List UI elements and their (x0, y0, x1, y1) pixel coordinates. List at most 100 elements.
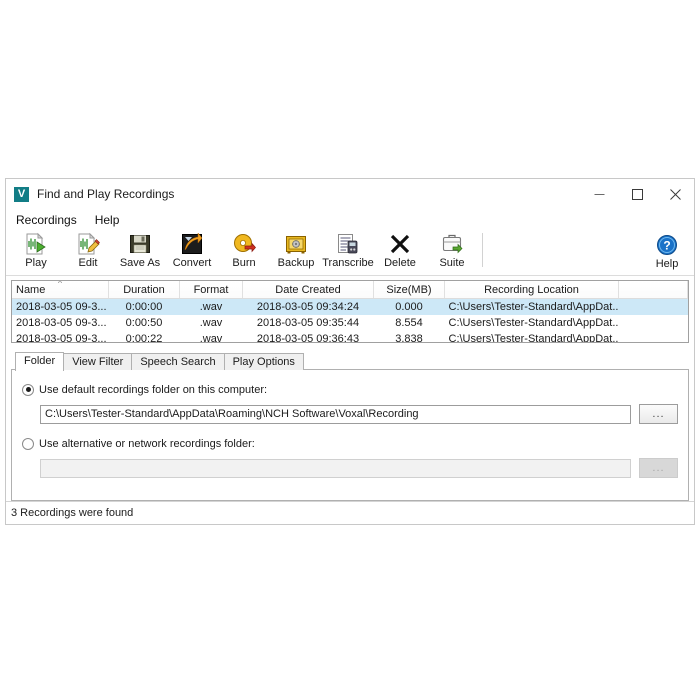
column-header-date-created[interactable]: Date Created (242, 281, 374, 299)
cell-location: C:\Users\Tester-Standard\AppDat... (444, 298, 619, 315)
cell-date-created: 2018-03-05 09:36:43 (256, 333, 360, 343)
minimize-icon[interactable] (580, 179, 618, 209)
status-text: 3 Recordings were found (11, 507, 134, 519)
cell-duration: 0:00:22 (125, 333, 163, 343)
cell-name: 2018-03-05 09-3... (16, 317, 107, 329)
toolbar-button-burn[interactable]: Burn (218, 230, 270, 273)
cell-format: .wav (199, 333, 223, 343)
column-header-name-label: Name (16, 283, 46, 296)
cell-format: .wav (199, 317, 223, 329)
toolbar-label-burn: Burn (232, 257, 256, 269)
table-row[interactable]: 2018-03-05 09-3... 0:00:22 .wav 2018-03-… (12, 331, 688, 343)
status-bar: 3 Recordings were found (6, 501, 694, 524)
recordings-listview[interactable]: ^ Name Duration Format Date Created Size… (11, 280, 689, 343)
toolbar-separator (482, 233, 483, 267)
toolbar-button-edit[interactable]: Edit (62, 230, 114, 273)
tab-strip: Folder View Filter Speech Search Play Op… (11, 351, 689, 371)
column-header-size[interactable]: Size(MB) (373, 281, 445, 299)
tab-speech-search[interactable]: Speech Search (131, 353, 225, 370)
radio-alternative-folder[interactable] (22, 437, 34, 450)
floppy-disk-icon (130, 235, 150, 253)
cell-name: 2018-03-05 09-3... (16, 333, 107, 343)
toolbar-label-suite: Suite (439, 257, 465, 269)
menu-item-recordings[interactable]: Recordings (14, 213, 86, 227)
tab-folder[interactable]: Folder (15, 352, 65, 371)
alternative-folder-field-row: ... (40, 458, 678, 478)
table-row[interactable]: 2018-03-05 09-3... 0:00:00 .wav 2018-03-… (12, 298, 688, 315)
alternative-folder-option-row[interactable]: Use alternative or network recordings fo… (22, 436, 678, 451)
column-header-recording-location[interactable]: Recording Location (444, 281, 619, 299)
column-header-filler (618, 281, 688, 299)
cell-filler (618, 298, 688, 315)
column-header-name[interactable]: ^ Name (12, 281, 109, 299)
window-controls (580, 179, 694, 209)
toolbar-label-delete: Delete (384, 257, 416, 269)
radio-default-folder-label: Use default recordings folder on this co… (39, 383, 268, 396)
svg-text:?: ? (663, 239, 670, 253)
cell-location: C:\Users\Tester-Standard\AppDat... (448, 333, 619, 343)
recordings-table: ^ Name Duration Format Date Created Size… (12, 281, 688, 343)
play-waveform-icon (26, 232, 46, 255)
default-folder-path-input[interactable]: C:\Users\Tester-Standard\AppData\Roaming… (40, 404, 631, 424)
cell-filler (619, 331, 688, 342)
edit-waveform-icon (78, 232, 100, 255)
cell-date-created: 2018-03-05 09:35:44 (256, 317, 360, 329)
menu-item-help[interactable]: Help (93, 213, 129, 227)
maximize-icon[interactable] (618, 179, 656, 209)
cell-format: .wav (179, 298, 243, 315)
help-question-icon: ? (657, 235, 677, 255)
toolbar-button-help[interactable]: ? Help (644, 230, 690, 273)
toolbar-label-save-as: Save As (119, 257, 161, 269)
column-header-duration[interactable]: Duration (108, 281, 180, 299)
default-folder-field-row: C:\Users\Tester-Standard\AppData\Roaming… (40, 404, 678, 424)
toolbar-button-backup[interactable]: Backup (270, 230, 322, 273)
alternative-folder-path-input (40, 458, 631, 478)
radio-default-folder[interactable] (22, 383, 34, 396)
close-icon[interactable] (656, 179, 694, 209)
toolbar-label-backup: Backup (277, 257, 315, 269)
default-folder-option-row[interactable]: Use default recordings folder on this co… (22, 382, 678, 397)
cell-filler (619, 315, 688, 331)
toolbar-label-edit: Edit (78, 257, 98, 269)
toolbar-button-delete[interactable]: Delete (374, 230, 426, 273)
delete-x-icon (390, 234, 410, 254)
cell-date-created: 2018-03-05 09:34:24 (242, 298, 374, 315)
folder-tab-panel: Use default recordings folder on this co… (11, 369, 689, 501)
toolbar-button-suite[interactable]: Suite (426, 230, 478, 273)
cell-size: 3.838 (395, 333, 423, 343)
toolbar-label-play: Play (25, 257, 47, 269)
voxal-v-icon: V (14, 186, 29, 202)
toolbar-button-transcribe[interactable]: Transcribe (322, 230, 374, 273)
toolbar-label-convert: Convert (172, 257, 212, 269)
cell-name: 2018-03-05 09-3... (12, 298, 109, 315)
convert-arrow-icon (182, 232, 203, 254)
toolbar-button-convert[interactable]: Convert (166, 230, 218, 273)
toolbar-label-help: Help (655, 258, 679, 270)
cell-size: 8.554 (395, 317, 423, 329)
find-and-play-recordings-window: V Find and Play Recordings Recordings He… (5, 178, 695, 525)
tab-play-options[interactable]: Play Options (223, 353, 304, 370)
radio-alternative-folder-label: Use alternative or network recordings fo… (39, 437, 255, 450)
toolbar-label-transcribe: Transcribe (322, 257, 374, 269)
suite-briefcase-icon (442, 234, 463, 254)
tab-view-filter[interactable]: View Filter (63, 353, 133, 370)
window-title: Find and Play Recordings (37, 187, 175, 201)
toolbar-button-save-as[interactable]: Save As (114, 230, 166, 273)
cell-duration: 0:00:50 (125, 317, 163, 329)
cell-location: C:\Users\Tester-Standard\AppDat... (448, 317, 619, 329)
main-content: ^ Name Duration Format Date Created Size… (6, 276, 694, 501)
burn-disc-icon (234, 234, 256, 253)
toolbar-button-play[interactable]: Play (10, 230, 62, 273)
menu-bar: Recordings Help (6, 209, 694, 230)
browse-default-folder-button[interactable]: ... (639, 404, 678, 424)
table-row[interactable]: 2018-03-05 09-3... 0:00:50 .wav 2018-03-… (12, 315, 688, 331)
toolbar: Play Edit Save As Convert Burn Backup Tr… (6, 230, 694, 276)
column-header-format[interactable]: Format (179, 281, 243, 299)
browse-alternative-folder-button: ... (639, 458, 678, 478)
cell-duration: 0:00:00 (108, 298, 180, 315)
table-header-row: ^ Name Duration Format Date Created Size… (12, 281, 688, 299)
safe-vault-icon (286, 236, 306, 254)
sort-ascending-icon: ^ (58, 280, 62, 288)
transcribe-icon (338, 234, 358, 254)
title-bar: V Find and Play Recordings (6, 179, 694, 209)
